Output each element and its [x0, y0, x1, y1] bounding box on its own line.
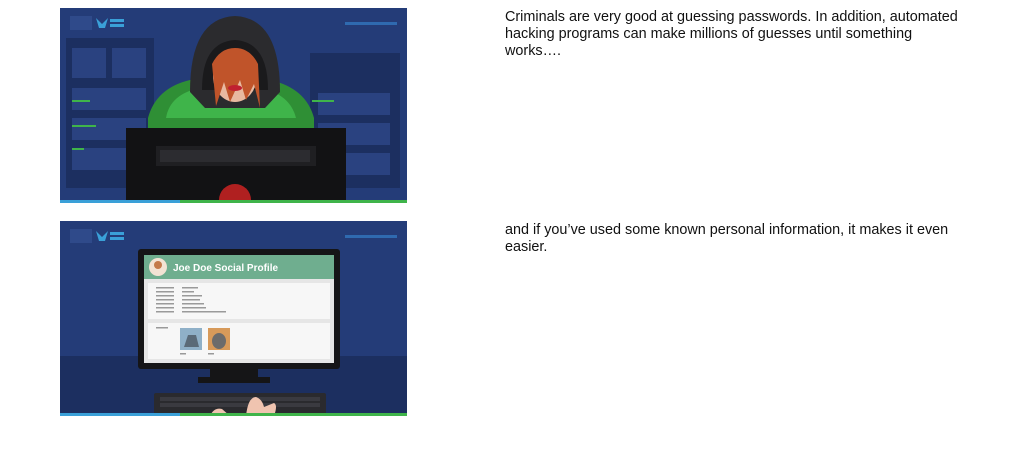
slide-note-1: Criminals are very good at guessing pass… [505, 9, 958, 59]
top-right-caption [345, 22, 397, 25]
slide-thumbnail-social-profile: Joe Doe Social Profile [60, 221, 407, 416]
hacker-illustration [60, 8, 407, 203]
slide-thumbnail-hacker [60, 8, 407, 203]
slide-note-2: and if you’ve used some known personal i… [505, 222, 949, 255]
social-profile-illustration: Joe Doe Social Profile [60, 221, 407, 416]
profile-title: Joe Doe Social Profile [173, 263, 278, 274]
